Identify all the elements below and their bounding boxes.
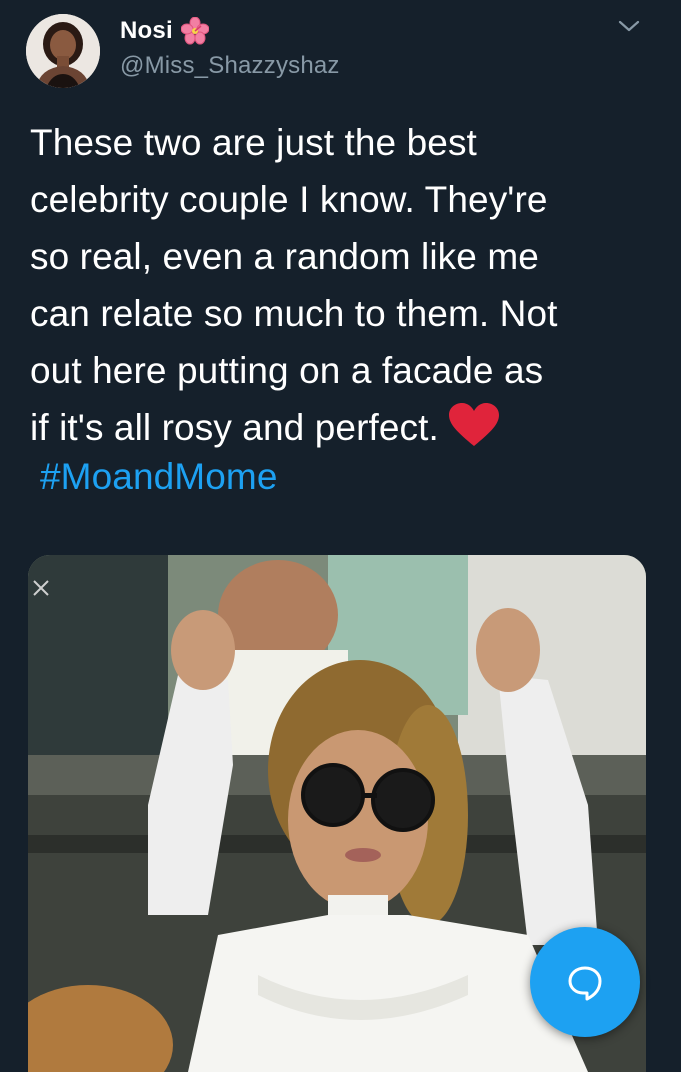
hashtag-link[interactable]: #MoandMome — [40, 448, 278, 505]
tweet-text-line: out here putting on a facade as — [30, 350, 544, 391]
display-name[interactable]: Nosi — [120, 17, 173, 45]
avatar[interactable] — [26, 14, 100, 88]
tweet-text: These two are just the best celebrity co… — [30, 114, 660, 456]
author-name-row[interactable]: Nosi — [120, 14, 210, 48]
reply-bubble-icon — [568, 966, 602, 1001]
tweet-text-line: can relate so much to them. Not — [30, 293, 558, 334]
reply-fab-button[interactable] — [530, 927, 640, 1037]
tweet-text-line: if it's all rosy and perfect. — [30, 407, 439, 448]
chevron-down-icon[interactable] — [617, 14, 641, 38]
user-handle[interactable]: @Miss_Shazzyshaz — [120, 52, 340, 80]
tweet-text-line: so real, even a random like me — [30, 236, 539, 277]
tweet-text-line: celebrity couple I know. They're — [30, 179, 548, 220]
tweet-text-line: These two are just the best — [30, 122, 477, 163]
hibiscus-flower-icon — [180, 16, 210, 45]
avatar-photo — [26, 14, 100, 88]
red-heart-icon — [447, 402, 501, 448]
